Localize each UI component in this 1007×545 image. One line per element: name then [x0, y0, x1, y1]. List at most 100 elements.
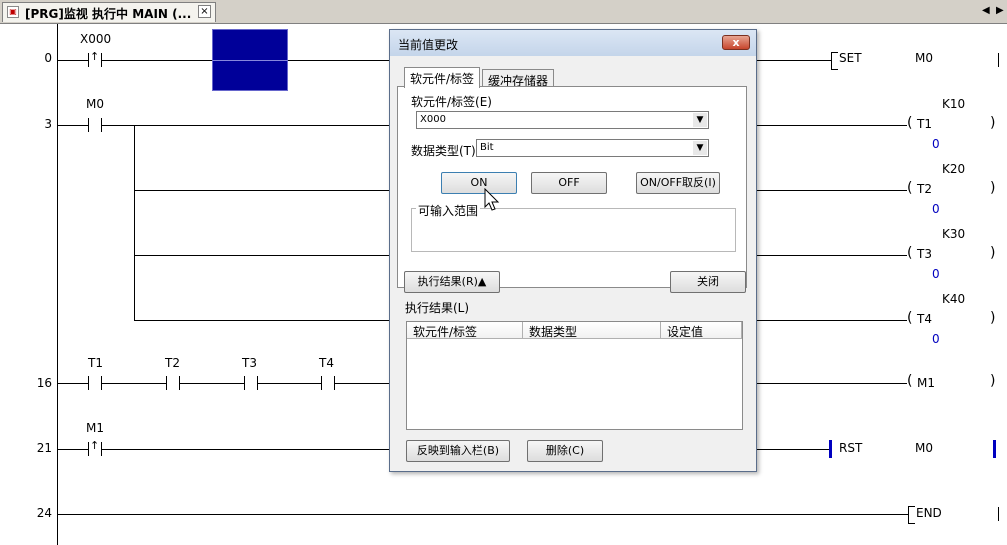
instruction-name: SET — [839, 51, 862, 65]
timer-name: T2 — [917, 182, 932, 196]
timer-value: 0 — [932, 137, 940, 151]
device-combo[interactable]: X000 ▼ — [416, 111, 709, 129]
document-tab[interactable]: ▣ [PRG]监视 执行中 MAIN (... × — [2, 2, 216, 22]
coil-open: ( — [907, 373, 913, 389]
datatype-label: 数据类型(T) — [411, 144, 476, 158]
rung-line — [58, 60, 212, 61]
branch-line — [134, 125, 135, 320]
rung-number: 16 — [36, 376, 52, 390]
coil-open: ( — [907, 180, 913, 196]
rung-line — [757, 60, 832, 61]
chevron-down-icon[interactable]: ▼ — [693, 141, 707, 155]
dialog-titlebar[interactable]: 当前值更改 x — [390, 30, 756, 56]
reflect-button[interactable]: 反映到输入栏(B) — [406, 440, 510, 462]
datatype-value: Bit — [480, 142, 494, 153]
rung-line — [757, 125, 907, 126]
off-button[interactable]: OFF — [531, 172, 607, 194]
result-label: 执行结果(L) — [405, 301, 470, 315]
coil-open: ( — [907, 310, 913, 326]
rung-line — [757, 383, 907, 384]
right-end-mark — [998, 507, 999, 521]
end-instruction: END — [916, 506, 942, 520]
document-tab-title: [PRG]监视 执行中 MAIN (... — [25, 7, 192, 21]
device-label: 软元件/标签(E) — [411, 95, 492, 109]
coil-close: ) — [990, 115, 996, 131]
timer-value: 0 — [932, 332, 940, 346]
timer-const: K10 — [942, 97, 966, 111]
coil-close: ) — [990, 245, 996, 261]
scroll-right-icon[interactable]: ▶ — [996, 5, 1004, 16]
timer-const: K30 — [942, 227, 966, 241]
timer-name: T3 — [917, 247, 932, 261]
timer-name: T1 — [917, 117, 932, 131]
scroll-left-icon[interactable]: ◀ — [982, 5, 990, 16]
rung-line — [58, 449, 389, 450]
toggle-button[interactable]: ON/OFF取反(I) — [636, 172, 720, 194]
coil-close: ) — [990, 310, 996, 326]
instruction-operand: M0 — [915, 441, 933, 455]
timer-value: 0 — [932, 202, 940, 216]
close-tab-icon[interactable]: × — [198, 5, 211, 18]
energized-bracket — [993, 440, 996, 458]
no-contact[interactable] — [321, 376, 335, 390]
prg-icon: ▣ — [7, 6, 19, 18]
result-toggle-button[interactable]: 执行结果(R)▲ — [404, 271, 500, 293]
coil-close: ) — [990, 373, 996, 389]
close-button[interactable]: 关闭 — [670, 271, 746, 293]
rung-line — [288, 60, 389, 61]
rung-line — [58, 125, 389, 126]
contact-label: T4 — [319, 356, 334, 370]
rung-number: 21 — [36, 441, 52, 455]
no-contact[interactable] — [88, 376, 102, 390]
timer-const: K40 — [942, 292, 966, 306]
rung-number: 3 — [44, 117, 52, 131]
chevron-down-icon[interactable]: ▼ — [693, 113, 707, 127]
timer-const: K20 — [942, 162, 966, 176]
rung-line — [58, 514, 909, 515]
rung-line — [134, 320, 389, 321]
rung-number: 24 — [36, 506, 52, 520]
rung-line — [757, 255, 907, 256]
timer-value: 0 — [932, 267, 940, 281]
contact-label: M1 — [86, 421, 104, 435]
close-icon[interactable]: x — [722, 35, 750, 50]
column-header[interactable]: 数据类型 — [523, 322, 661, 339]
device-value: X000 — [420, 114, 446, 125]
coil-close: ) — [990, 180, 996, 196]
rung-line — [757, 190, 907, 191]
rung-line — [757, 320, 907, 321]
pulse-contact[interactable] — [88, 50, 102, 67]
contact-label: T1 — [88, 356, 103, 370]
column-header[interactable]: 设定值 — [661, 322, 742, 339]
no-contact[interactable] — [88, 118, 102, 132]
result-table[interactable]: 软元件/标签 数据类型 设定值 — [406, 321, 743, 430]
instruction-bracket — [908, 506, 915, 524]
pulse-contact[interactable] — [88, 439, 102, 456]
no-contact[interactable] — [166, 376, 180, 390]
coil-open: ( — [907, 115, 913, 131]
rung-number: 0 — [44, 51, 52, 65]
datatype-combo[interactable]: Bit ▼ — [476, 139, 709, 157]
no-contact[interactable] — [244, 376, 258, 390]
rung-line — [757, 449, 829, 450]
instruction-bracket — [831, 52, 838, 70]
right-end-mark — [998, 53, 999, 67]
modify-value-dialog: 当前值更改 x 软元件/标签 缓冲存储器 软元件/标签(E) X000 ▼ 数据… — [389, 29, 757, 472]
delete-button[interactable]: 删除(C) — [527, 440, 603, 462]
contact-label: T3 — [242, 356, 257, 370]
contact-label: T2 — [165, 356, 180, 370]
energized-bracket — [829, 440, 832, 458]
mouse-cursor-icon — [484, 188, 500, 211]
coil-name: M1 — [917, 376, 935, 390]
contact-label: X000 — [80, 32, 112, 46]
selected-cells[interactable] — [212, 29, 288, 91]
on-button[interactable]: ON — [441, 172, 517, 194]
input-range-title: 可输入范围 — [416, 202, 481, 219]
timer-name: T4 — [917, 312, 932, 326]
rung-line — [58, 383, 389, 384]
rung-line — [134, 255, 389, 256]
tab-device[interactable]: 软元件/标签 — [404, 67, 481, 88]
instruction-name: RST — [839, 441, 863, 455]
instruction-operand: M0 — [915, 51, 933, 65]
column-header[interactable]: 软元件/标签 — [407, 322, 523, 339]
